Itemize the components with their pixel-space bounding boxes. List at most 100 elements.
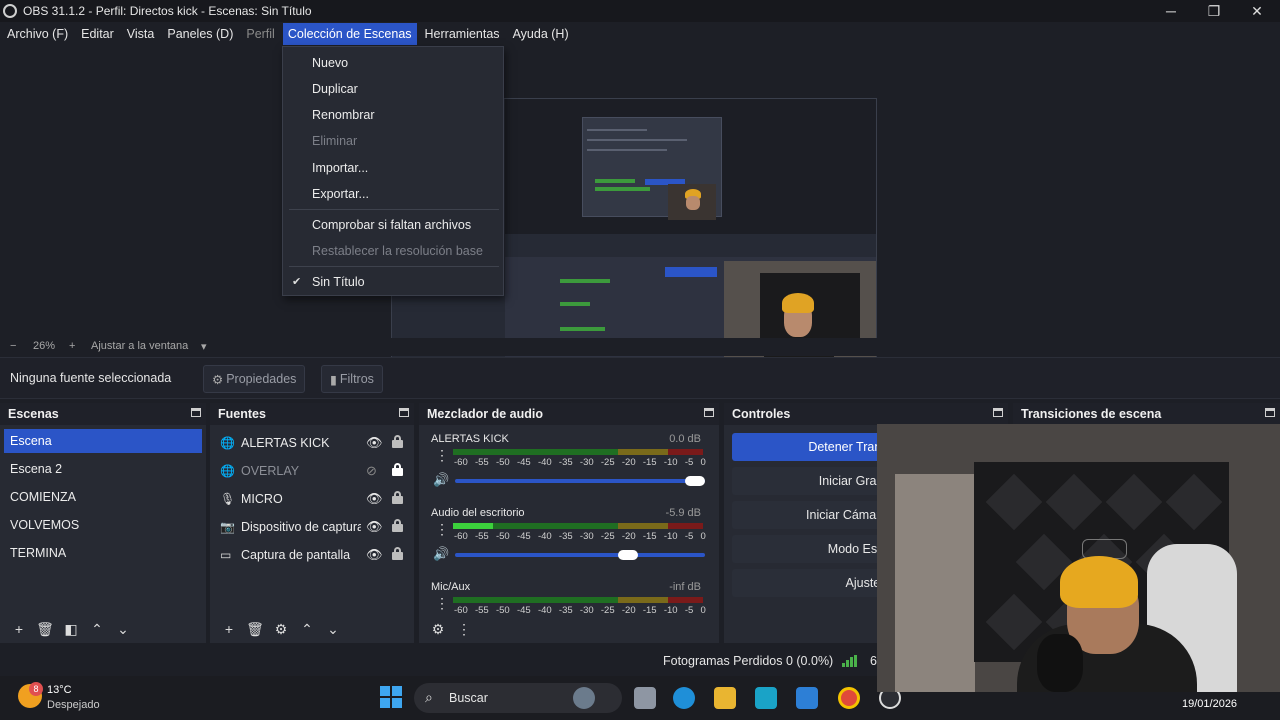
lock-icon[interactable] [392, 491, 403, 504]
obs-logo-icon [3, 4, 17, 18]
scene-item[interactable]: Escena [4, 429, 202, 453]
eye-hidden-icon[interactable]: ⊘ [366, 463, 377, 479]
kebab-menu-icon[interactable]: ⋮ [435, 595, 449, 612]
weather-badge: 8 [29, 682, 43, 696]
filter-icon[interactable]: ◧ [58, 621, 84, 638]
signal-strength-icon [842, 655, 857, 667]
scene-item[interactable]: TERMINA [4, 541, 202, 565]
scale-tick-label: -40 [537, 457, 552, 468]
menu-item-renombrar[interactable]: Renombrar [312, 108, 375, 122]
volume-slider-handle[interactable] [685, 476, 705, 486]
weather-temperature[interactable]: 13°C [47, 684, 72, 696]
gear-icon[interactable]: ⚙ [268, 621, 294, 638]
properties-button[interactable]: ⚙ Propiedades [203, 365, 306, 393]
add-icon[interactable]: + [6, 621, 32, 637]
volume-slider[interactable] [455, 479, 705, 483]
preview-area[interactable] [0, 46, 1280, 376]
speaker-icon[interactable]: 🔊 [433, 472, 449, 488]
menu-vista[interactable]: Vista [122, 23, 160, 45]
source-item[interactable]: 🌐 ALERTAS KICK 👁 [214, 431, 418, 455]
eye-icon[interactable]: 👁 [366, 547, 383, 563]
menu-perfil[interactable]: Perfil [241, 23, 279, 45]
store-icon[interactable] [796, 687, 818, 709]
source-item[interactable]: ▭ Captura de pantalla 👁 [214, 543, 418, 567]
menu-item-restablecer-resolucion[interactable]: Restablecer la resolución base [312, 244, 483, 258]
maximize-button[interactable]: ❐ [1194, 0, 1234, 22]
menu-item-nuevo[interactable]: Nuevo [312, 56, 348, 70]
eye-icon[interactable]: 👁 [366, 435, 383, 451]
move-down-icon[interactable]: ⌄ [110, 621, 136, 638]
file-explorer-icon[interactable] [714, 687, 736, 709]
chrome-icon[interactable] [838, 687, 860, 709]
float-dock-icon[interactable] [704, 408, 714, 417]
minimize-button[interactable]: ─ [1151, 0, 1191, 22]
webcam-overlay [877, 424, 1280, 692]
controls-dock-title: Controles [724, 403, 1008, 425]
menu-editar[interactable]: Editar [76, 23, 119, 45]
edge-browser-icon[interactable] [673, 687, 695, 709]
float-dock-icon[interactable] [191, 408, 201, 417]
menu-item-importar[interactable]: Importar... [312, 161, 368, 175]
chevron-down-icon[interactable]: ▾ [201, 340, 207, 353]
zoom-in-button[interactable]: + [69, 340, 75, 352]
menu-coleccion-escenas[interactable]: Colección de Escenas [282, 23, 417, 45]
menu-ayuda[interactable]: Ayuda (H) [508, 23, 574, 45]
float-dock-icon[interactable] [993, 408, 1003, 417]
speaker-icon[interactable]: 🔊 [433, 546, 449, 562]
volume-slider[interactable] [455, 553, 705, 557]
trash-icon[interactable]: 🗑 [242, 621, 268, 638]
move-up-icon[interactable]: ⌃ [294, 621, 320, 638]
lock-icon[interactable] [392, 463, 403, 476]
audio-mixer-dock-title: Mezclador de audio [419, 403, 719, 425]
scale-tick-label: -15 [642, 457, 657, 468]
lock-icon[interactable] [392, 519, 403, 532]
scene-item[interactable]: Escena 2 [4, 457, 202, 481]
search-highlight-icon[interactable] [573, 687, 595, 709]
source-item[interactable]: 📷 Dispositivo de captura 👁 [214, 515, 418, 539]
fit-to-window-label[interactable]: Ajustar a la ventana [91, 340, 188, 352]
kebab-menu-icon[interactable]: ⋮ [435, 521, 449, 538]
lock-icon[interactable] [392, 435, 403, 448]
close-button[interactable]: ✕ [1237, 0, 1277, 22]
mixer-channel-db: -5.9 dB [665, 507, 701, 519]
kebab-menu-icon[interactable]: ⋮ [451, 621, 477, 638]
add-icon[interactable]: + [216, 621, 242, 637]
menu-item-eliminar[interactable]: Eliminar [312, 134, 357, 148]
move-down-icon[interactable]: ⌄ [320, 621, 346, 638]
zoom-out-button[interactable]: − [10, 340, 16, 352]
source-item[interactable]: 🎙 MICRO 👁 [214, 487, 418, 511]
menu-archivo[interactable]: Archivo (F) [2, 23, 73, 45]
menu-item-exportar[interactable]: Exportar... [312, 187, 369, 201]
lock-icon[interactable] [392, 547, 403, 560]
notepad-icon[interactable] [755, 687, 777, 709]
zoom-level: 26% [33, 340, 56, 352]
scale-tick-label: -25 [600, 457, 615, 468]
menu-item-comprobar-archivos[interactable]: Comprobar si faltan archivos [312, 218, 471, 232]
clock-date[interactable]: 19/01/2026 [1182, 698, 1237, 710]
source-label: MICRO [241, 492, 283, 506]
windows-start-icon[interactable] [380, 686, 402, 708]
weather-condition[interactable]: Despejado [47, 699, 100, 711]
menu-item-duplicar[interactable]: Duplicar [312, 82, 358, 96]
filters-button-label: Filtros [339, 372, 374, 386]
float-dock-icon[interactable] [399, 408, 409, 417]
trash-icon[interactable]: 🗑 [32, 621, 58, 638]
menu-item-sin-titulo[interactable]: Sin Título [312, 275, 365, 289]
volume-slider-handle[interactable] [618, 550, 638, 560]
source-item[interactable]: 🌐 OVERLAY ⊘ [214, 459, 418, 483]
globe-icon: 🌐 [220, 464, 235, 478]
float-dock-icon[interactable] [1265, 408, 1275, 417]
preview-nested-screenshot [505, 99, 876, 234]
scale-tick-label: -20 [621, 457, 636, 468]
kebab-menu-icon[interactable]: ⋮ [435, 447, 449, 464]
task-view-icon[interactable] [634, 687, 656, 709]
menu-herramientas[interactable]: Herramientas [420, 23, 505, 45]
scene-item[interactable]: VOLVEMOS [4, 513, 202, 537]
filters-button[interactable]: ▮ Filtros [321, 365, 383, 393]
menu-paneles[interactable]: Paneles (D) [162, 23, 238, 45]
move-up-icon[interactable]: ⌃ [84, 621, 110, 638]
scene-item[interactable]: COMIENZA [4, 485, 202, 509]
gear-icon[interactable]: ⚙ [425, 621, 451, 638]
eye-icon[interactable]: 👁 [366, 519, 383, 535]
eye-icon[interactable]: 👁 [366, 491, 383, 507]
